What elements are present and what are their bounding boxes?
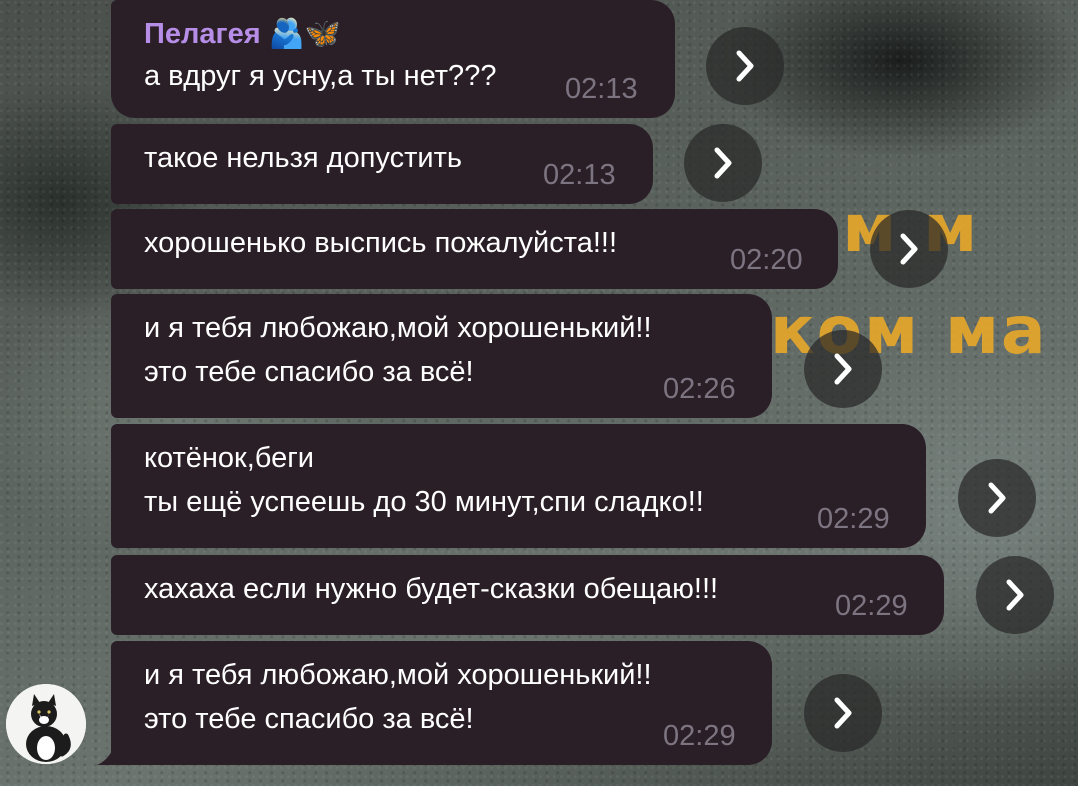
message-bubble[interactable]: хахаха если нужно будет-сказки обещаю!!!… bbox=[111, 555, 944, 635]
message-time: 02:29 bbox=[817, 503, 890, 535]
message-text: хахаха если нужно будет-сказки обещаю!!! bbox=[144, 573, 719, 605]
message-bubble[interactable]: котёнок,беги ты ещё успеешь до 30 минут,… bbox=[111, 424, 926, 548]
chevron-right-icon bbox=[900, 233, 918, 265]
message-time: 02:29 bbox=[835, 590, 908, 622]
message-time: 02:29 bbox=[663, 720, 736, 752]
forward-button[interactable] bbox=[804, 674, 882, 752]
chevron-right-icon bbox=[1006, 579, 1024, 611]
forward-button[interactable] bbox=[684, 124, 762, 202]
chevron-right-icon bbox=[988, 482, 1006, 514]
message-bubble[interactable]: такое нельзя допустить 02:13 bbox=[111, 124, 653, 204]
forward-button[interactable] bbox=[976, 556, 1054, 634]
forward-button[interactable] bbox=[706, 27, 784, 105]
forward-button[interactable] bbox=[958, 459, 1036, 537]
forward-button[interactable] bbox=[804, 330, 882, 408]
sender-name[interactable]: Пелагея 🫂🦋 bbox=[144, 14, 675, 54]
message-time: 02:26 bbox=[663, 373, 736, 405]
message-bubble[interactable]: и я тебя любожаю,мой хорошенький!! это т… bbox=[111, 641, 772, 765]
chevron-right-icon bbox=[834, 697, 852, 729]
message-text: ты ещё успеешь до 30 минут,спи сладко!! bbox=[144, 486, 704, 518]
sender-emoji: 🫂🦋 bbox=[268, 18, 341, 50]
cat-avatar-icon bbox=[6, 684, 86, 764]
message-bubble[interactable]: Пелагея 🫂🦋 а вдруг я усну,а ты нет??? 02:… bbox=[111, 0, 675, 118]
message-bubble[interactable]: и я тебя любожаю,мой хорошенький!! это т… bbox=[111, 294, 772, 418]
chevron-right-icon bbox=[834, 353, 852, 385]
chevron-right-icon bbox=[736, 50, 754, 82]
message-bubble[interactable]: хорошенько выспись пожалуйста!!! 02:20 bbox=[111, 209, 838, 289]
message-time: 02:13 bbox=[565, 73, 638, 105]
bubble-tail bbox=[97, 749, 113, 765]
sender-avatar[interactable] bbox=[6, 684, 86, 764]
forward-button[interactable] bbox=[870, 210, 948, 288]
message-text: котёнок,беги bbox=[144, 442, 314, 474]
chevron-right-icon bbox=[714, 147, 732, 179]
message-text: и я тебя любожаю,мой хорошенький!! bbox=[144, 659, 652, 691]
message-time: 02:13 bbox=[543, 159, 616, 191]
message-time: 02:20 bbox=[730, 244, 803, 276]
message-text: и я тебя любожаю,мой хорошенький!! bbox=[144, 312, 652, 344]
